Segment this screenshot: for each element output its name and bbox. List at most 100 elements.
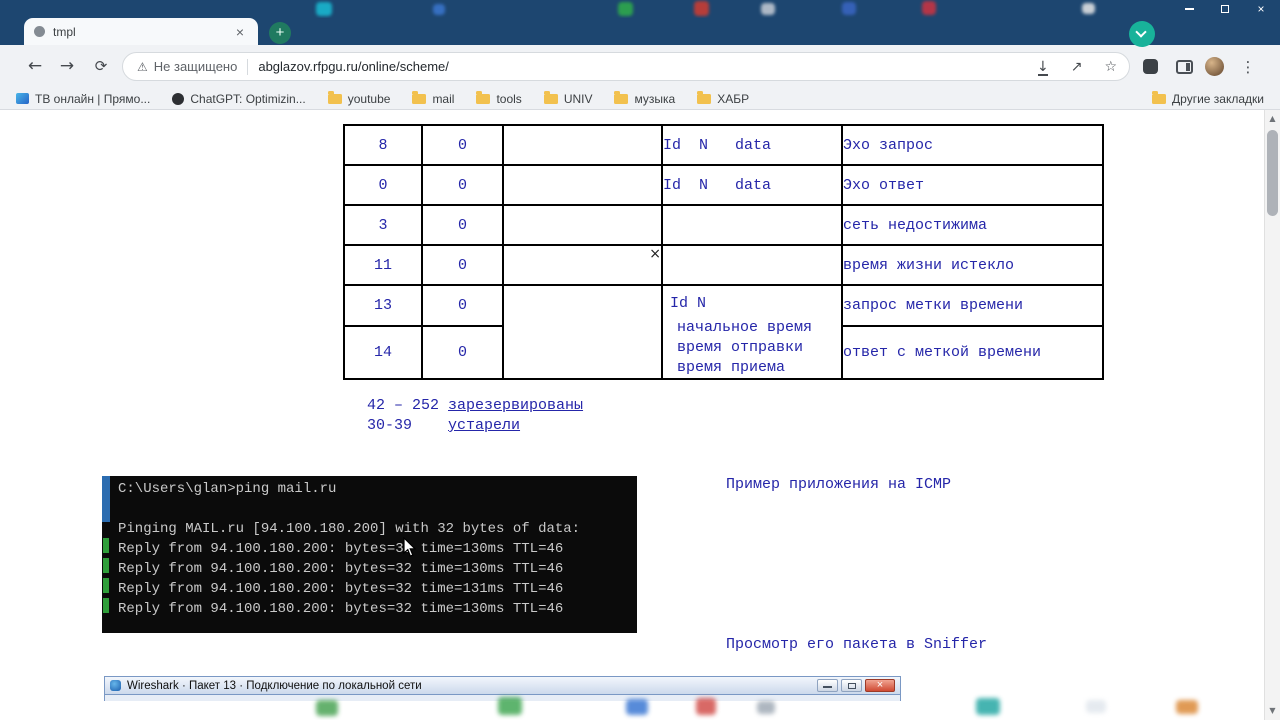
cursor-x-marker: × [502, 244, 663, 286]
page-scrollbar[interactable]: ▲ ▼ [1264, 110, 1280, 720]
scrollbar-thumb[interactable] [1267, 130, 1278, 216]
table-row: 3 0 сеть недостижима [343, 204, 1104, 246]
cell-type: 13 [343, 284, 423, 327]
window-titlebar: × [0, 0, 1280, 18]
cell-blank [502, 284, 663, 380]
terminal-line: Reply from 94.100.180.200: bytes=32 time… [118, 561, 564, 577]
folder-icon [543, 91, 558, 104]
bookmark-folder-tools[interactable]: tools [476, 91, 522, 106]
desktop-icon [1082, 3, 1095, 14]
window-close-button[interactable]: × [1250, 0, 1272, 18]
fields-id-n: Id N [670, 295, 707, 312]
cell-fields [661, 204, 843, 246]
terminal-line: C:\Users\glan>ping mail.ru [118, 481, 337, 497]
reload-button[interactable]: ⟳ [88, 54, 114, 80]
scroll-down-arrow[interactable]: ▼ [1265, 703, 1280, 719]
browser-menu-icon[interactable]: ⋮ [1240, 54, 1256, 80]
desktop-icon [696, 698, 716, 715]
bookmark-label: tools [496, 91, 522, 106]
desktop-icon [761, 3, 775, 15]
wireshark-maximize-button[interactable] [841, 679, 862, 692]
new-tab-button[interactable]: + [269, 22, 291, 44]
cell-blank [502, 204, 663, 246]
bookmark-label: музыка [634, 91, 676, 106]
desktop-icon [433, 4, 445, 15]
tab-close-icon[interactable]: × [232, 24, 248, 40]
other-bookmarks-button[interactable]: Другие закладки [1152, 91, 1264, 106]
tab-favicon-icon [34, 26, 45, 37]
bookmark-folder-mail[interactable]: mail [412, 91, 455, 106]
chatgpt-favicon-icon [172, 92, 185, 105]
share-icon[interactable]: ↗ [1071, 59, 1083, 75]
cell-fields: Id N data [661, 164, 843, 206]
desktop-icon [694, 1, 709, 16]
address-bar[interactable]: ⚠ Не защищено abglazov.rfpgu.ru/online/s… [122, 52, 1130, 81]
caption-icmp-example: Пример приложения на ICMP [726, 476, 952, 493]
tab-tmpl[interactable]: tmpl × [24, 18, 258, 45]
bookmark-folder-youtube[interactable]: youtube [327, 91, 391, 106]
wireshark-titlebar: Wireshark · Пакет 13 · Подключение по ло… [104, 676, 901, 695]
url-text[interactable]: abglazov.rfpgu.ru/online/scheme/ [258, 59, 1015, 74]
wireshark-close-button[interactable]: × [865, 679, 895, 692]
download-icon[interactable]: ↓ [1037, 59, 1049, 76]
cell-type: 8 [343, 124, 423, 166]
cell-meaning: запрос метки времени [841, 284, 1104, 327]
table-row: 0 0 Id N data Эхо ответ [343, 164, 1104, 206]
bookmark-label: youtube [347, 91, 391, 106]
folder-icon [476, 91, 491, 104]
chevron-down-icon [1135, 26, 1147, 38]
desktop-icon [842, 2, 856, 15]
window-minimize-button[interactable] [1178, 0, 1200, 18]
cell-code: 0 [421, 124, 504, 166]
forward-button[interactable]: → [54, 54, 80, 80]
bookmark-item[interactable]: ChatGPT: Optimizin... [172, 92, 306, 106]
bookmark-label: ТВ онлайн | Прямо... [35, 91, 151, 106]
folder-icon [412, 91, 427, 104]
minimize-icon [1184, 8, 1194, 10]
window-maximize-button[interactable] [1214, 0, 1236, 18]
bookmark-label: mail [432, 91, 455, 106]
terminal-strip-tick [103, 598, 109, 613]
desktop-icon [757, 701, 775, 714]
note-prefix: 30-39 [367, 417, 449, 434]
bookmark-folder-music[interactable]: музыка [614, 91, 676, 106]
security-label[interactable]: Не защищено [154, 59, 238, 74]
cell-type: 11 [343, 244, 423, 286]
tab-title: tmpl [53, 24, 76, 39]
tab-overflow-button[interactable] [1129, 21, 1155, 47]
folder-icon [614, 91, 629, 104]
scroll-up-arrow[interactable]: ▲ [1265, 111, 1280, 127]
folder-icon [1152, 91, 1167, 104]
cell-type: 3 [343, 204, 423, 246]
maximize-icon [1221, 5, 1229, 13]
cell-code: 0 [421, 204, 504, 246]
extension-icon[interactable] [1143, 59, 1158, 74]
ping-terminal-screenshot: C:\Users\glan>ping mail.ru Pinging MAIL.… [102, 476, 637, 633]
cell-code: 0 [421, 244, 504, 286]
bookmark-star-icon[interactable]: ☆ [1104, 59, 1117, 75]
omnibox-divider [247, 58, 249, 75]
wireshark-title: Wireshark · Пакет 13 · Подключение по ло… [127, 679, 422, 692]
profile-avatar[interactable] [1205, 57, 1224, 76]
side-panel-icon[interactable] [1176, 60, 1193, 74]
cell-code: 0 [421, 324, 504, 381]
back-button[interactable]: ← [22, 54, 48, 80]
desktop-icon [618, 2, 633, 16]
cell-meaning: ответ с меткой времени [841, 324, 1104, 381]
terminal-strip-tick [103, 558, 109, 573]
wireshark-minimize-button[interactable] [817, 679, 838, 692]
terminal-line: Reply from 94.100.180.200: bytes=32 time… [118, 601, 564, 617]
bookmark-item[interactable]: ТВ онлайн | Прямо... [16, 92, 150, 106]
desktop-icon [1176, 700, 1198, 714]
note-term: устарели [448, 417, 521, 434]
desktop-icon [626, 699, 648, 715]
desktop-icon [316, 2, 332, 16]
fields-line: время отправки [677, 339, 804, 356]
note-term: зарезервированы [448, 397, 584, 414]
bookmark-folder-univ[interactable]: UNIV [543, 91, 592, 106]
bookmarks-bar: ТВ онлайн | Прямо... ChatGPT: Optimizin.… [0, 88, 1280, 110]
bookmark-folder-habr[interactable]: ХАБР [697, 91, 749, 106]
terminal-strip-tick [103, 538, 109, 553]
window-controls: × [1178, 0, 1272, 18]
tab-strip: tmpl × + [0, 18, 1280, 47]
